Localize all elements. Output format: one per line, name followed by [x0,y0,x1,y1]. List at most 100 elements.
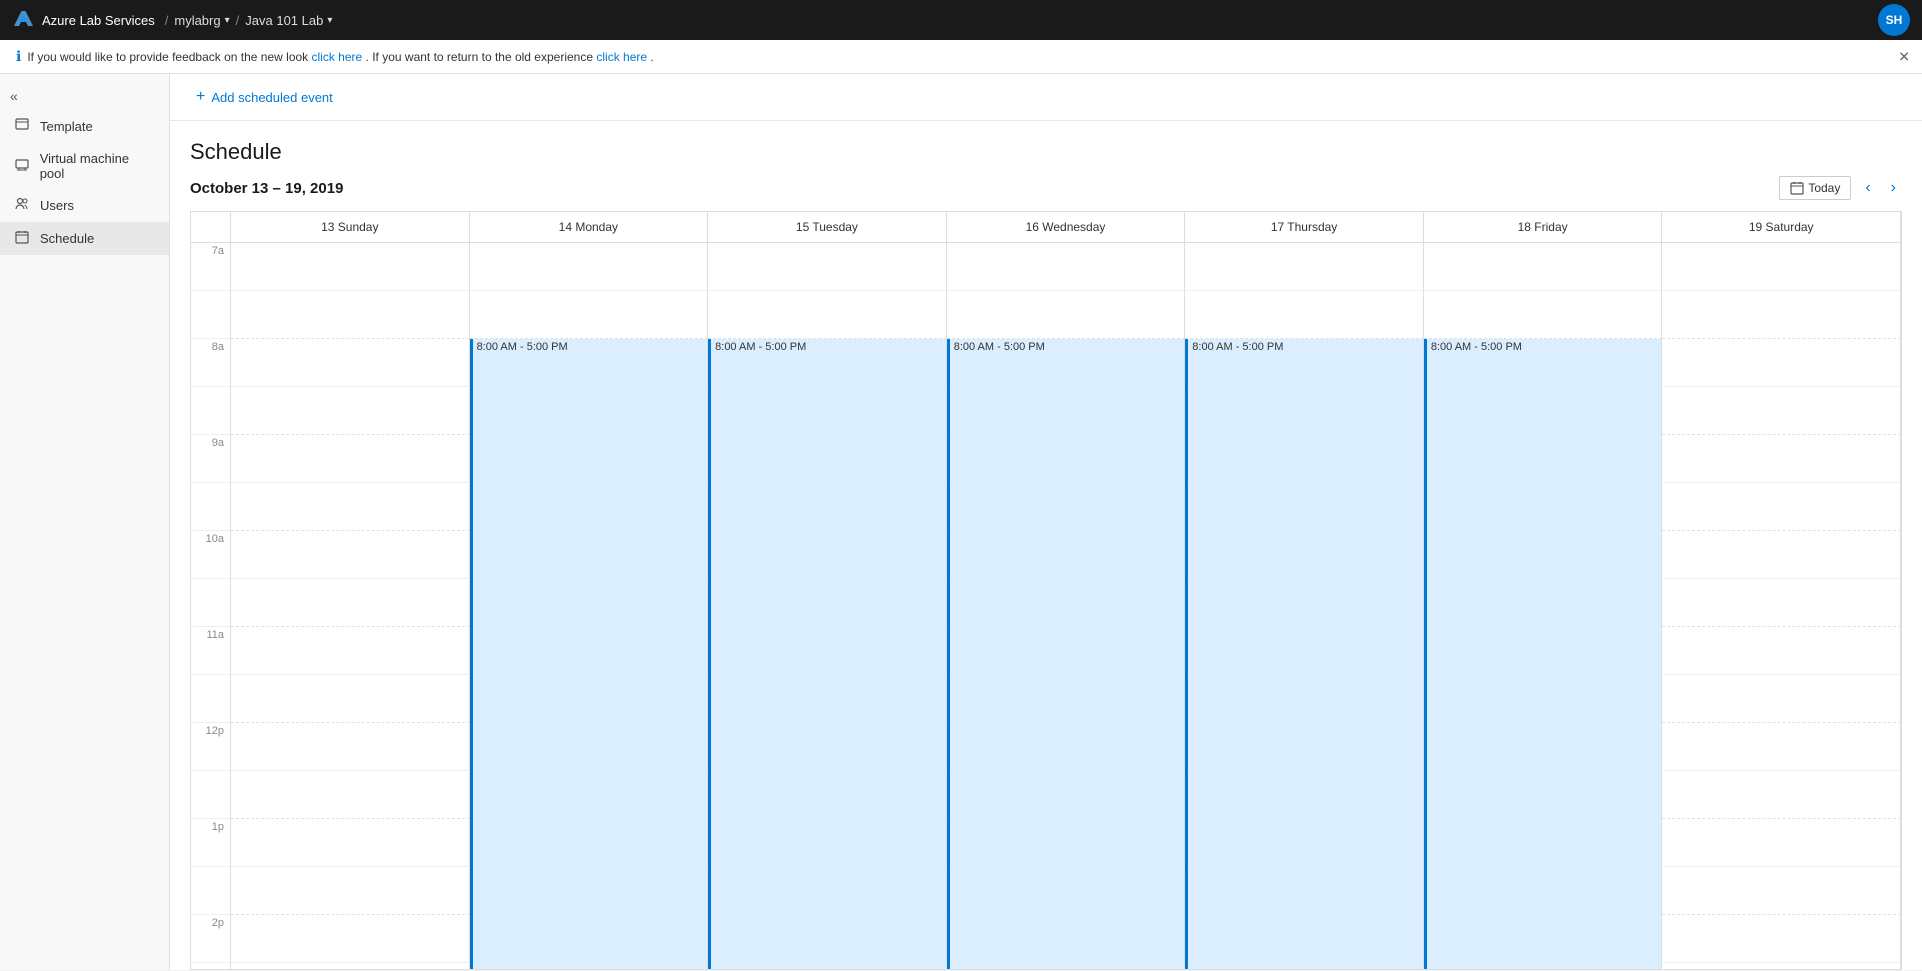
feedback-link2[interactable]: click here [596,50,647,64]
user-avatar[interactable]: SH [1878,4,1910,36]
cell-8a-sat[interactable] [1662,339,1901,387]
cell-1p-sun[interactable] [231,819,470,867]
breadcrumb-lab[interactable]: Java 101 Lab ▾ [245,13,332,28]
time-label-1p-half [191,867,231,915]
cell-8ah-sat[interactable] [1662,387,1901,435]
cell-7ah-wed[interactable] [947,291,1186,339]
cell-8a-wed[interactable]: 8:00 AM - 5:00 PM ↻ [947,339,1186,387]
feedback-close-button[interactable]: ✕ [1898,48,1910,65]
main-content: + Add scheduled event Schedule October 1… [170,74,1922,970]
sidebar-item-schedule[interactable]: Schedule [0,222,169,255]
sidebar-collapse-button[interactable]: « [0,82,169,110]
cell-9ah-sat[interactable] [1662,483,1901,531]
cell-2ph-sun[interactable] [231,963,470,970]
cell-7a-sun[interactable] [231,243,470,291]
top-navigation-bar: Azure Lab Services / mylabrg ▾ / Java 10… [0,0,1922,40]
time-label-1p: 1p [191,819,231,867]
sidebar: « Template Virtual machine pool Users Sc [0,74,170,970]
cell-12ph-sat[interactable] [1662,771,1901,819]
cell-7a-thu[interactable] [1185,243,1424,291]
breadcrumb-sep: / [165,13,169,28]
calendar-icon [1790,181,1804,195]
cell-11ah-sat[interactable] [1662,675,1901,723]
time-label-8a: 8a [191,339,231,387]
calendar-navigation: October 13 – 19, 2019 Today ‹ › [190,175,1902,201]
feedback-text: If you would like to provide feedback on… [27,50,653,64]
cell-10ah-sun[interactable] [231,579,470,627]
add-event-button[interactable]: + Add scheduled event [190,84,339,110]
collapse-icon: « [10,88,18,104]
cell-8a-sun[interactable] [231,339,470,387]
chevron-down-icon2: ▾ [327,15,332,26]
cell-2p-sat[interactable] [1662,915,1901,963]
cell-1ph-sat[interactable] [1662,867,1901,915]
cell-12p-sun[interactable] [231,723,470,771]
azure-logo-icon [12,9,34,31]
cell-10ah-sat[interactable] [1662,579,1901,627]
cell-7ah-mon[interactable] [470,291,709,339]
cell-10a-sat[interactable] [1662,531,1901,579]
cell-8a-mon[interactable]: 8:00 AM - 5:00 PM ↻ [470,339,709,387]
time-label-9a: 9a [191,435,231,483]
prev-week-button[interactable]: ‹ [1859,175,1876,201]
cell-8a-thu[interactable]: 8:00 AM - 5:00 PM ↻ [1185,339,1424,387]
cell-7ah-fri[interactable] [1424,291,1663,339]
event-block-fri[interactable]: 8:00 AM - 5:00 PM ↻ [1424,339,1662,970]
day-header-0: 13 Sunday [231,212,470,243]
cell-7a-fri[interactable] [1424,243,1663,291]
event-label-fri: 8:00 AM - 5:00 PM [1427,339,1662,355]
app-layout: « Template Virtual machine pool Users Sc [0,74,1922,970]
cell-10a-sun[interactable] [231,531,470,579]
cell-2ph-sat[interactable] [1662,963,1901,970]
breadcrumb: / mylabrg ▾ / Java 101 Lab ▾ [165,13,333,28]
cell-12p-sat[interactable] [1662,723,1901,771]
cell-7a-wed[interactable] [947,243,1186,291]
feedback-link1[interactable]: click here [312,50,363,64]
sidebar-item-vm-pool[interactable]: Virtual machine pool [0,143,169,189]
cell-1ph-sun[interactable] [231,867,470,915]
event-block-thu[interactable]: 8:00 AM - 5:00 PM ↻ [1185,339,1423,970]
event-label-thu: 8:00 AM - 5:00 PM [1188,339,1423,355]
cell-7a-mon[interactable] [470,243,709,291]
sidebar-item-template[interactable]: Template [0,110,169,143]
time-label-2p-half [191,963,231,970]
cell-9ah-sun[interactable] [231,483,470,531]
next-week-button[interactable]: › [1885,175,1902,201]
app-logo: Azure Lab Services [12,9,155,31]
cell-7ah-tue[interactable] [708,291,947,339]
breadcrumb-mylabrg[interactable]: mylabrg ▾ [174,13,229,28]
schedule-icon [14,230,30,247]
cell-12ph-sun[interactable] [231,771,470,819]
cell-8a-fri[interactable]: 8:00 AM - 5:00 PM ↻ [1424,339,1663,387]
today-button[interactable]: Today [1779,176,1851,200]
day-header-5: 18 Friday [1424,212,1663,243]
cell-7ah-sat[interactable] [1662,291,1901,339]
event-block-tue[interactable]: 8:00 AM - 5:00 PM ↻ [708,339,946,970]
day-header-2: 15 Tuesday [708,212,947,243]
calendar-grid-wrapper[interactable]: 13 Sunday 14 Monday 15 Tuesday 16 Wednes… [190,211,1902,970]
cell-11a-sat[interactable] [1662,627,1901,675]
cell-11a-sun[interactable] [231,627,470,675]
cell-11ah-sun[interactable] [231,675,470,723]
cell-7a-tue[interactable] [708,243,947,291]
cell-7ah-sun[interactable] [231,291,470,339]
day-header-1: 14 Monday [470,212,709,243]
event-block-mon[interactable]: 8:00 AM - 5:00 PM ↻ [470,339,708,970]
cell-7ah-thu[interactable] [1185,291,1424,339]
vm-pool-label: Virtual machine pool [40,151,155,181]
time-label-10a: 10a [191,531,231,579]
cell-8ah-sun[interactable] [231,387,470,435]
vm-pool-icon [14,158,30,175]
event-label-tue: 8:00 AM - 5:00 PM [711,339,946,355]
cell-2p-sun[interactable] [231,915,470,963]
sidebar-item-users[interactable]: Users [0,189,169,222]
cell-7a-sat[interactable] [1662,243,1901,291]
feedback-bar: ℹ If you would like to provide feedback … [0,40,1922,74]
cell-9a-sun[interactable] [231,435,470,483]
app-title: Azure Lab Services [42,13,155,28]
cell-9a-sat[interactable] [1662,435,1901,483]
cell-8a-tue[interactable]: 8:00 AM - 5:00 PM ↻ [708,339,947,387]
cell-1p-sat[interactable] [1662,819,1901,867]
day-header-4: 17 Thursday [1185,212,1424,243]
event-block-wed[interactable]: 8:00 AM - 5:00 PM ↻ [947,339,1185,970]
